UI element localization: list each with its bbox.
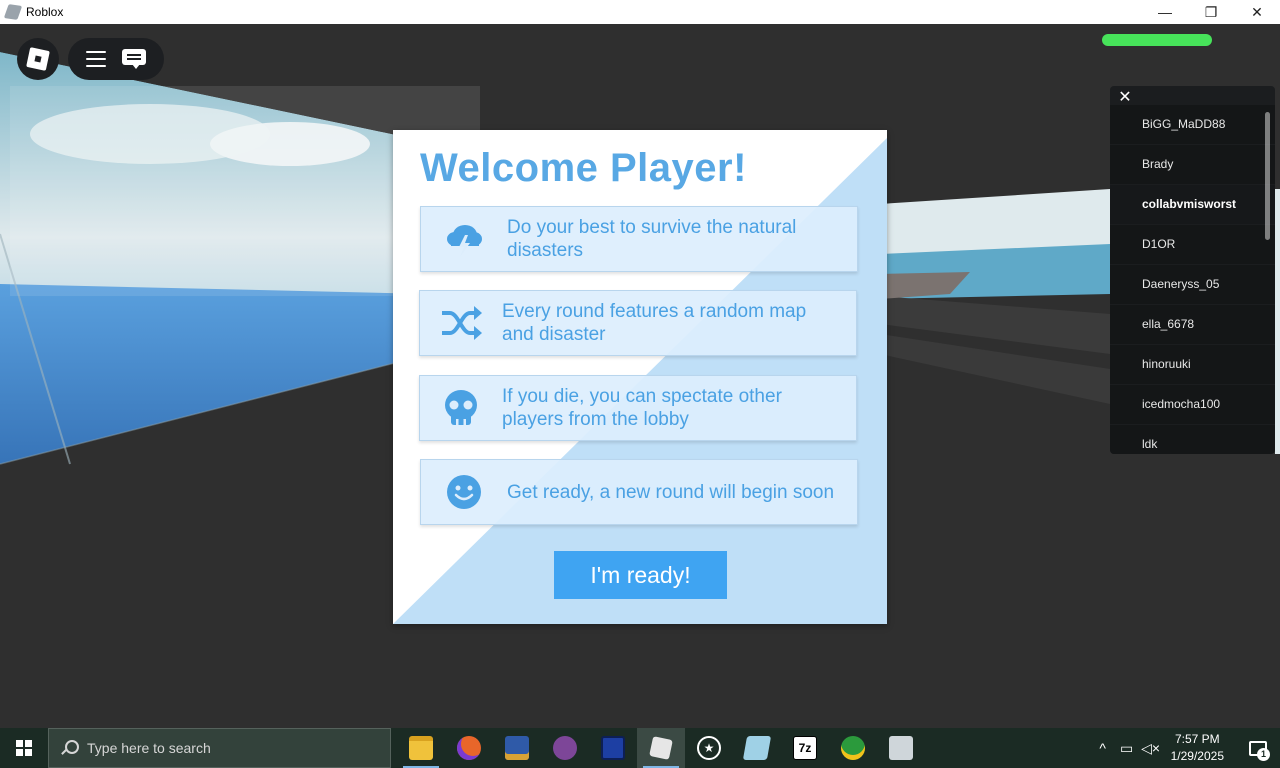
notification-count: 1: [1257, 748, 1270, 761]
start-button[interactable]: [0, 728, 48, 768]
info-card-spectate: If you die, you can spectate other playe…: [419, 375, 857, 441]
info-card-text: Do your best to survive the natural disa…: [507, 217, 797, 261]
volume-muted-icon[interactable]: ◁×: [1139, 740, 1163, 757]
info-card-text: If you die, you can spectate other playe…: [502, 386, 782, 430]
smiley-icon: [421, 459, 507, 525]
welcome-dialog: Welcome Player! Do your best to survive …: [393, 130, 887, 624]
player-list-item[interactable]: ldk: [1110, 425, 1275, 454]
roblox-app-icon: [3, 4, 23, 20]
search-icon: [61, 740, 79, 756]
file-explorer-icon[interactable]: [397, 728, 445, 768]
roblox-icon[interactable]: [637, 728, 685, 768]
roblox-logo-icon: [26, 47, 50, 71]
restore-button[interactable]: ❐: [1188, 0, 1234, 24]
system-tray: ^ ▭ ◁× 7:57 PM 1/29/2025 1: [1091, 728, 1280, 768]
window-title: Roblox: [26, 5, 64, 19]
search-placeholder: Type here to search: [87, 740, 211, 756]
player-list: ✕ BiGG_MaDD88 Brady collabvmisworst D1OR Dae…: [1110, 86, 1275, 454]
dialog-title: Welcome Player!: [420, 146, 747, 190]
clock-date: 1/29/2025: [1170, 749, 1224, 763]
network-globe-icon[interactable]: [829, 728, 877, 768]
chevron-up-icon[interactable]: ^: [1091, 740, 1115, 756]
notifications-button[interactable]: 1: [1236, 728, 1280, 768]
player-list-item[interactable]: collabvmisworst: [1110, 185, 1275, 224]
tor-icon[interactable]: [541, 728, 589, 768]
windows-logo-icon: [16, 740, 32, 756]
7zip-icon[interactable]: 7z: [781, 728, 829, 768]
player-list-scrollbar[interactable]: [1265, 112, 1270, 240]
winrar-icon[interactable]: [493, 728, 541, 768]
player-list-item[interactable]: D1OR: [1110, 225, 1275, 264]
roblox-studio-icon[interactable]: [733, 728, 781, 768]
taskbar-apps: ★ 7z: [397, 728, 925, 768]
player-list-item[interactable]: Daeneryss_05: [1110, 265, 1275, 304]
player-list-item[interactable]: hinoruuki: [1110, 345, 1275, 384]
chat-icon[interactable]: [122, 49, 146, 69]
game-viewport[interactable]: ✕ BiGG_MaDD88 Brady collabvmisworst D1OR Dae…: [0, 24, 1280, 728]
info-card-survive: Do your best to survive the natural disa…: [420, 206, 858, 272]
clock[interactable]: 7:57 PM 1/29/2025: [1171, 731, 1224, 765]
player-list-item[interactable]: BiGG_MaDD88: [1110, 105, 1275, 144]
player-list-rows: BiGG_MaDD88 Brady collabvmisworst D1OR Daene…: [1110, 105, 1275, 454]
close-window-button[interactable]: ✕: [1234, 0, 1280, 24]
minimize-button[interactable]: —: [1142, 0, 1188, 24]
health-bar: [1102, 34, 1212, 46]
player-list-item[interactable]: Brady: [1110, 145, 1275, 184]
info-card-text: Get ready, a new round will begin soon: [507, 481, 835, 503]
window-title-bar: Roblox — ❐ ✕: [0, 0, 1280, 24]
info-card-random: Every round features a random map and di…: [419, 290, 857, 356]
taskbar-search-box[interactable]: Type here to search: [48, 728, 391, 768]
star-icon[interactable]: ★: [685, 728, 733, 768]
hamburger-menu-icon[interactable]: [86, 51, 106, 67]
storm-cloud-icon: [421, 206, 507, 272]
network-icon[interactable]: ▭: [1115, 740, 1139, 757]
firefox-icon[interactable]: [445, 728, 493, 768]
player-list-item[interactable]: ella_6678: [1110, 305, 1275, 344]
app-icon[interactable]: [589, 728, 637, 768]
shuffle-icon: [420, 290, 502, 356]
taskbar: Type here to search ★ 7z ^ ▭ ◁× 7:57 PM …: [0, 728, 1280, 768]
im-ready-button[interactable]: I'm ready!: [554, 551, 727, 599]
info-card-ready: Get ready, a new round will begin soon: [420, 459, 858, 525]
player-list-item[interactable]: icedmocha100: [1110, 385, 1275, 424]
skull-icon: [420, 375, 502, 441]
roblox-menu-button[interactable]: [17, 38, 59, 80]
top-bar-pill: [68, 38, 164, 80]
info-card-text: Every round features a random map and di…: [502, 301, 807, 345]
window-controls: — ❐ ✕: [1142, 0, 1280, 24]
printer-icon[interactable]: [877, 728, 925, 768]
clock-time: 7:57 PM: [1174, 732, 1220, 746]
